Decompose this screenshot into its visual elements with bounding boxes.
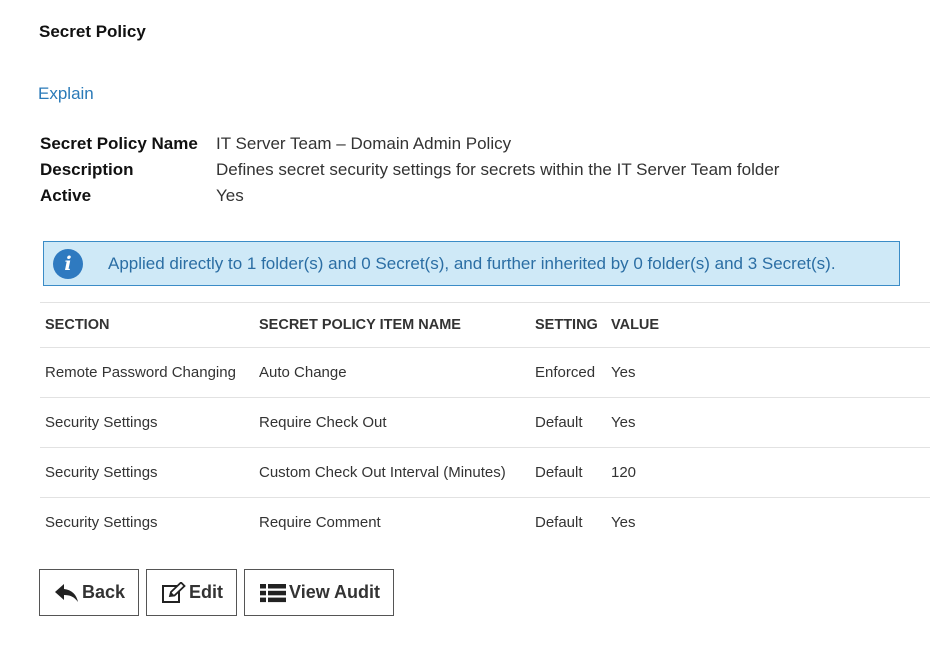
- cell-item-name: Require Check Out: [254, 397, 530, 448]
- cell-value: Yes: [606, 347, 930, 398]
- back-button-label: Back: [82, 582, 126, 602]
- cell-value: 120: [606, 447, 930, 498]
- property-value: IT Server Team – Domain Admin Policy: [216, 134, 512, 153]
- page-title: Secret Policy: [39, 22, 146, 41]
- cell-item-name: Require Comment: [259, 514, 381, 531]
- property-value: Defines secret security settings for sec…: [216, 160, 780, 179]
- view-audit-button-label: View Audit: [289, 582, 381, 602]
- policy-properties: Secret Policy Name IT Server Team – Doma…: [40, 131, 779, 209]
- cell-section: Security Settings: [40, 397, 254, 448]
- column-header-item-name: SECRET POLICY ITEM NAME: [254, 302, 530, 348]
- column-header-setting: SETTING: [530, 302, 606, 348]
- cell-value: Yes: [611, 514, 636, 531]
- reply-arrow-icon: [54, 583, 80, 603]
- explain-link[interactable]: Explain: [38, 84, 94, 104]
- column-header-section: SECTION: [40, 302, 254, 348]
- view-audit-button[interactable]: View Audit: [244, 569, 395, 616]
- cell-value: Yes: [606, 397, 930, 448]
- property-value: Yes: [216, 186, 244, 205]
- list-icon: [259, 583, 287, 603]
- column-header-value: VALUE: [606, 302, 930, 348]
- property-row-name: Secret Policy Name IT Server Team – Doma…: [40, 131, 779, 157]
- table-header-row: SECTION SECRET POLICY ITEM NAME SETTING …: [40, 302, 930, 348]
- cell-setting: Enforced: [530, 347, 606, 398]
- table-row: Security Settings Require Check Out Defa…: [40, 397, 930, 448]
- property-row-description: Description Defines secret security sett…: [40, 157, 779, 183]
- property-row-active: Active Yes: [40, 183, 779, 209]
- cell-item-name: Auto Change: [254, 347, 530, 398]
- info-banner-text: Applied directly to 1 folder(s) and 0 Se…: [108, 253, 836, 273]
- table-row: Remote Password Changing Auto Change Enf…: [40, 347, 930, 398]
- edit-icon: [161, 581, 187, 604]
- cell-item-name: Custom Check Out Interval (Minutes): [254, 447, 530, 498]
- info-banner: i Applied directly to 1 folder(s) and 0 …: [43, 241, 900, 286]
- property-label: Secret Policy Name: [40, 134, 198, 153]
- policy-items-table: SECTION SECRET POLICY ITEM NAME SETTING …: [40, 302, 930, 547]
- cell-section: Security Settings: [40, 447, 254, 498]
- property-label: Active: [40, 186, 92, 205]
- edit-button-label: Edit: [189, 582, 224, 602]
- cell-section: Security Settings: [45, 514, 158, 531]
- property-label: Description: [40, 160, 134, 179]
- cell-setting: Default: [530, 447, 606, 498]
- cell-setting: Default: [530, 397, 606, 448]
- cell-setting: Default: [535, 514, 583, 531]
- edit-button[interactable]: Edit: [146, 569, 238, 616]
- table-row: Security Settings Custom Check Out Inter…: [40, 447, 930, 498]
- cell-section: Remote Password Changing: [40, 347, 254, 398]
- action-buttons: Back Edit View Audit: [39, 569, 395, 616]
- back-button[interactable]: Back: [39, 569, 140, 616]
- table-row: Security Settings Require Comment Defaul…: [40, 498, 930, 548]
- info-icon: i: [53, 248, 83, 279]
